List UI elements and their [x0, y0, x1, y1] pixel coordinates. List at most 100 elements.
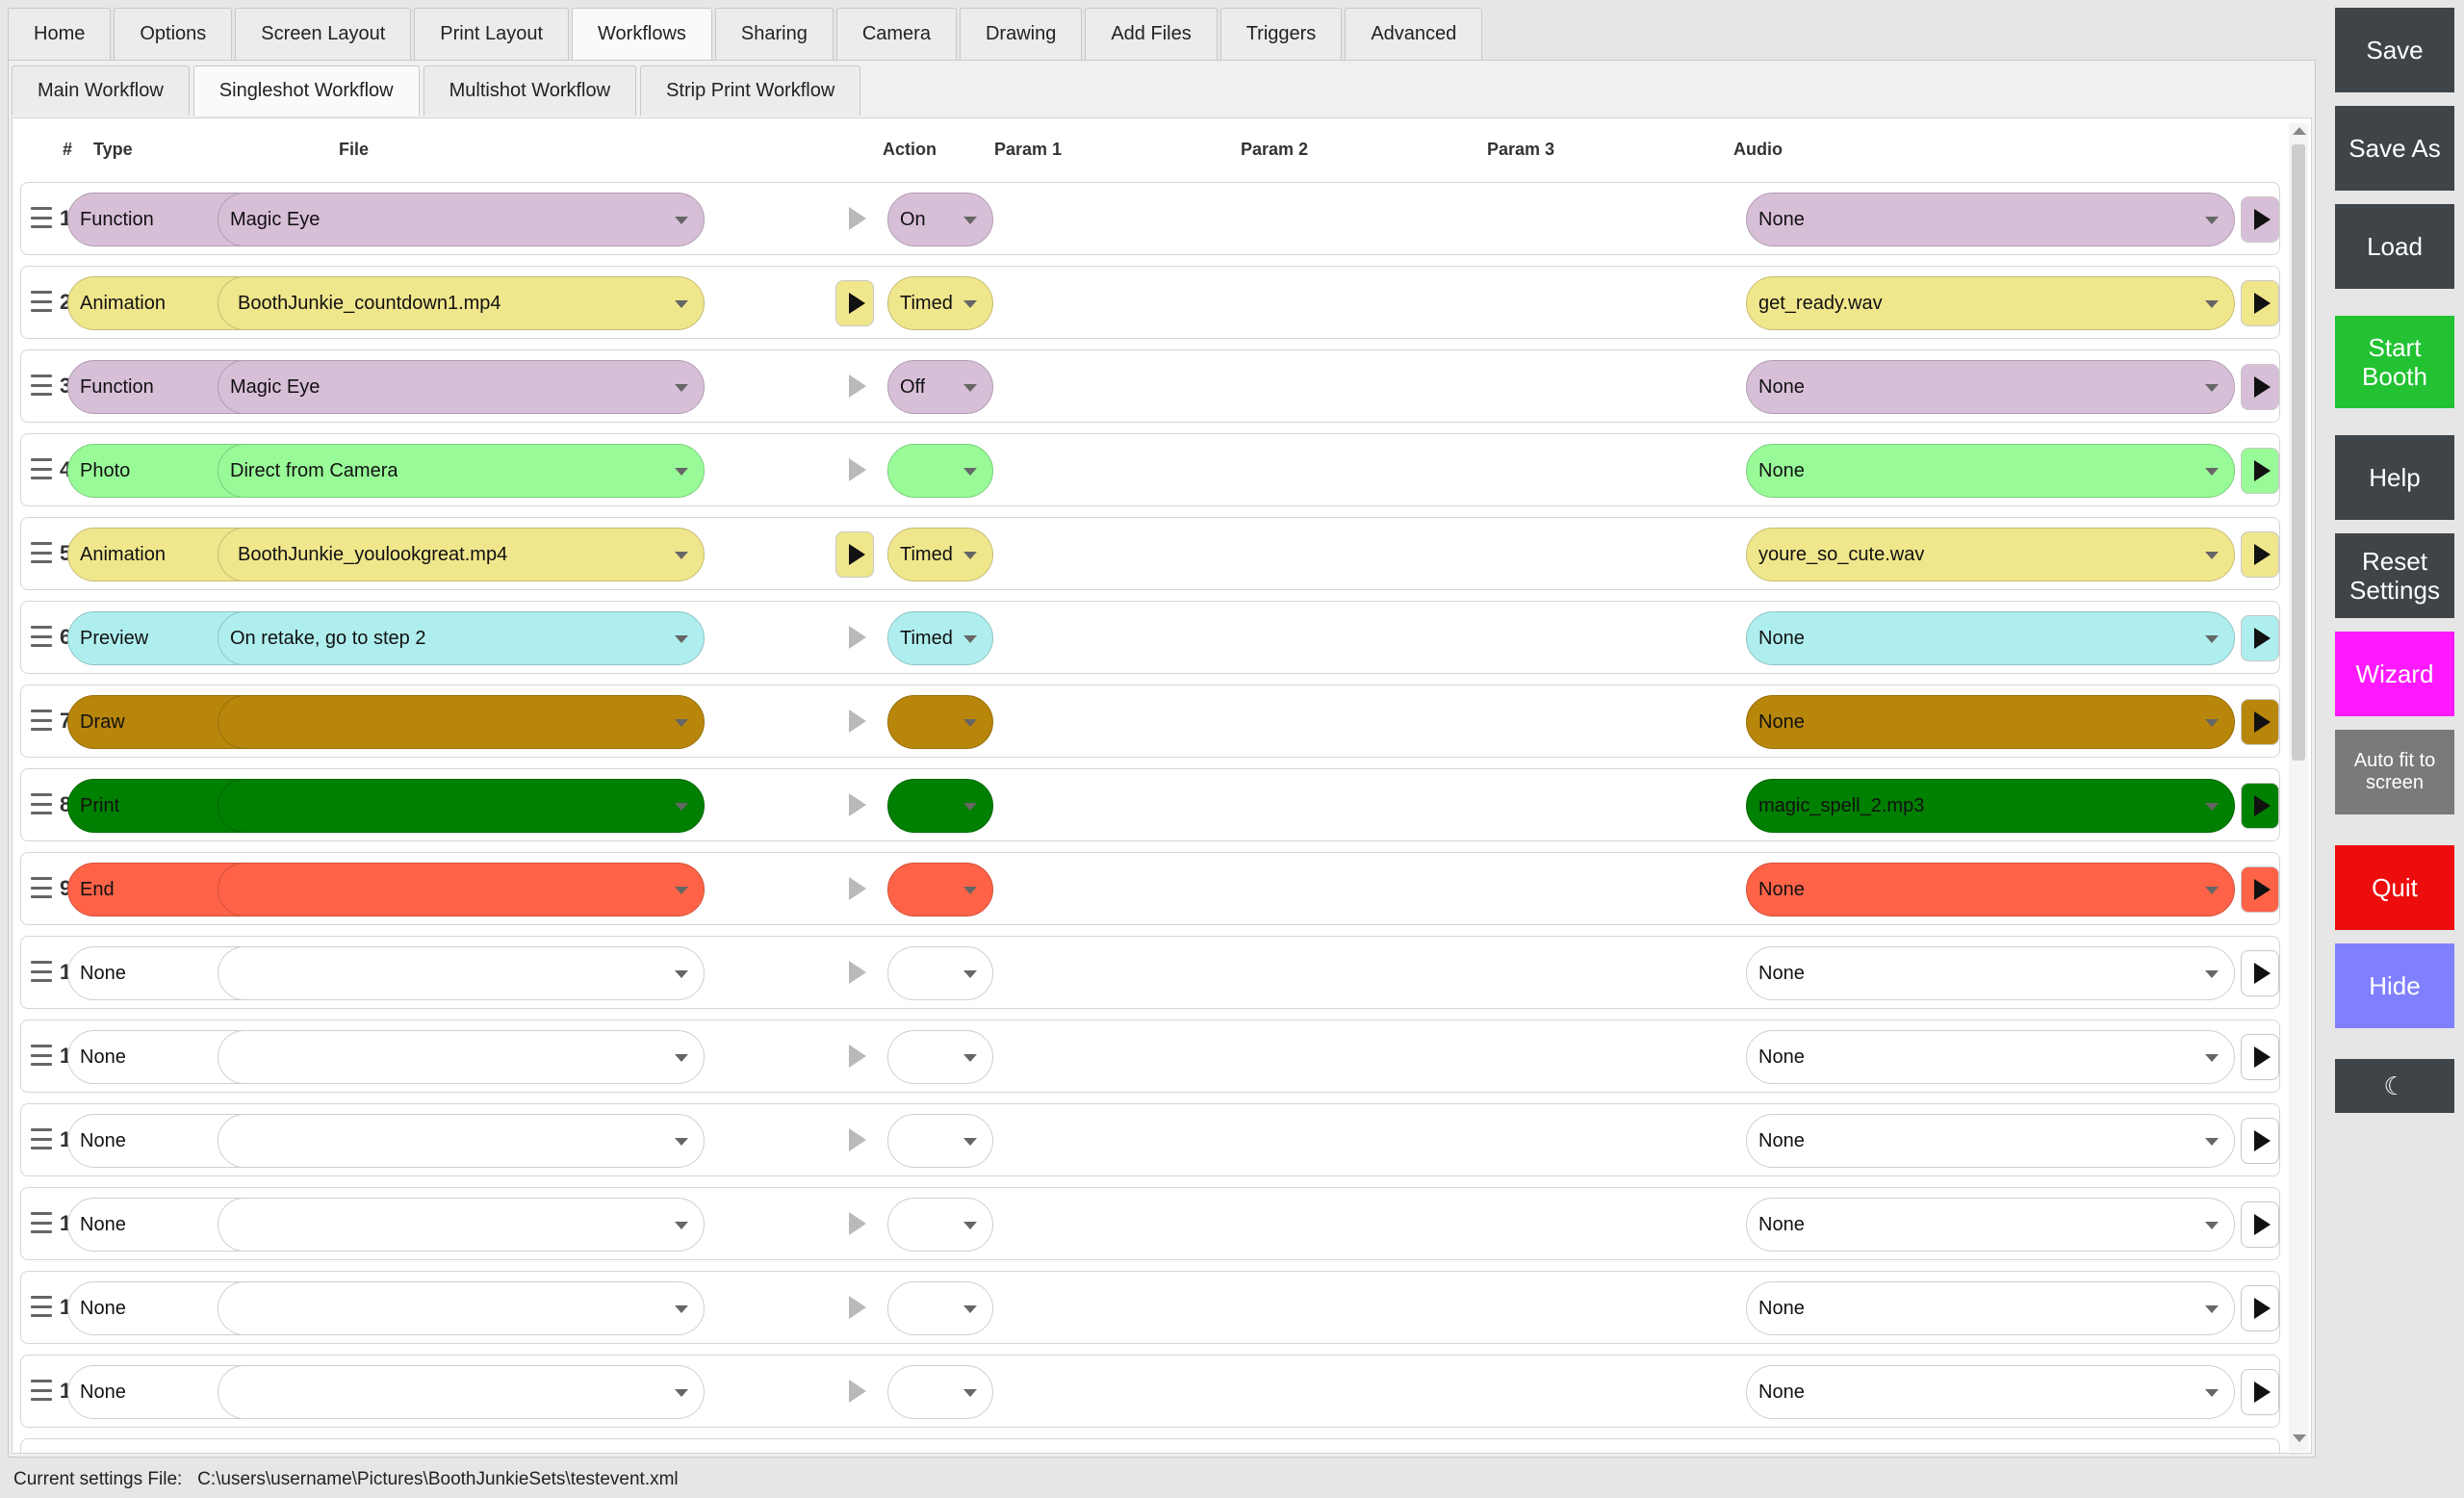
action-dropdown[interactable]: Timed: [887, 528, 993, 581]
start-booth-button[interactable]: Start Booth: [2335, 316, 2454, 408]
audio-dropdown[interactable]: None: [1746, 1030, 2235, 1084]
drag-handle-icon[interactable]: [31, 1128, 52, 1149]
drag-handle-icon[interactable]: [31, 207, 52, 228]
tab-advanced[interactable]: Advanced: [1345, 8, 1483, 60]
audio-dropdown[interactable]: youre_so_cute.wav: [1746, 528, 2235, 581]
tab-workflows[interactable]: Workflows: [572, 8, 712, 60]
drag-handle-icon[interactable]: [31, 291, 52, 312]
audio-play-button[interactable]: [2241, 1201, 2279, 1248]
file-dropdown[interactable]: [218, 863, 705, 917]
audio-dropdown[interactable]: None: [1746, 1114, 2235, 1168]
tab-print-layout[interactable]: Print Layout: [414, 8, 570, 60]
action-dropdown[interactable]: [887, 695, 993, 749]
action-dropdown[interactable]: [887, 779, 993, 833]
file-dropdown[interactable]: Direct from Camera: [218, 444, 705, 498]
help-button[interactable]: Help: [2335, 435, 2454, 520]
drag-handle-icon[interactable]: [31, 542, 52, 563]
file-dropdown[interactable]: [218, 1365, 705, 1419]
dark-mode-button[interactable]: ☾: [2335, 1059, 2454, 1113]
file-dropdown[interactable]: [218, 695, 705, 749]
file-dropdown[interactable]: BoothJunkie_countdown1.mp4: [218, 276, 705, 330]
wizard-button[interactable]: Wizard: [2335, 632, 2454, 716]
subtab-strip-print-workflow[interactable]: Strip Print Workflow: [640, 65, 861, 116]
save-button[interactable]: Save: [2335, 8, 2454, 92]
scroll-down-arrow[interactable]: [2293, 1434, 2306, 1442]
action-dropdown[interactable]: Timed: [887, 611, 993, 665]
tab-camera[interactable]: Camera: [835, 8, 957, 60]
audio-play-button[interactable]: [2241, 1118, 2279, 1164]
subtab-singleshot-workflow[interactable]: Singleshot Workflow: [192, 65, 420, 116]
tab-sharing[interactable]: Sharing: [714, 8, 834, 60]
file-dropdown[interactable]: [218, 1198, 705, 1252]
audio-dropdown[interactable]: magic_spell_2.mp3: [1746, 779, 2235, 833]
audio-play-button[interactable]: [2241, 196, 2279, 243]
tab-drawing[interactable]: Drawing: [959, 8, 1083, 60]
hide-button[interactable]: Hide: [2335, 943, 2454, 1028]
tab-home[interactable]: Home: [8, 8, 112, 60]
action-dropdown[interactable]: Timed: [887, 276, 993, 330]
audio-play-button[interactable]: [2241, 448, 2279, 494]
drag-handle-icon[interactable]: [31, 458, 52, 479]
action-dropdown[interactable]: [887, 444, 993, 498]
audio-dropdown[interactable]: None: [1746, 863, 2235, 917]
quit-button[interactable]: Quit: [2335, 845, 2454, 930]
audio-dropdown[interactable]: None: [1746, 611, 2235, 665]
load-button[interactable]: Load: [2335, 204, 2454, 289]
audio-play-button[interactable]: [2241, 531, 2279, 578]
audio-play-button[interactable]: [2241, 280, 2279, 326]
audio-play-button[interactable]: [2241, 783, 2279, 829]
scroll-up-arrow[interactable]: [2293, 127, 2306, 135]
action-dropdown[interactable]: [887, 1281, 993, 1335]
audio-dropdown[interactable]: None: [1746, 193, 2235, 246]
audio-play-button[interactable]: [2241, 866, 2279, 913]
audio-play-button[interactable]: [2241, 699, 2279, 745]
drag-handle-icon[interactable]: [31, 961, 52, 982]
drag-handle-icon[interactable]: [31, 877, 52, 898]
drag-handle-icon[interactable]: [31, 626, 52, 647]
drag-handle-icon[interactable]: [31, 1296, 52, 1317]
drag-handle-icon[interactable]: [31, 1045, 52, 1066]
scrollbar-thumb[interactable]: [2292, 144, 2305, 761]
tab-triggers[interactable]: Triggers: [1219, 8, 1343, 60]
drag-handle-icon[interactable]: [31, 710, 52, 731]
audio-play-button[interactable]: [2241, 950, 2279, 996]
action-dropdown[interactable]: [887, 1030, 993, 1084]
action-dropdown[interactable]: On: [887, 193, 993, 246]
audio-play-button[interactable]: [2241, 1285, 2279, 1331]
audio-dropdown[interactable]: None: [1746, 1365, 2235, 1419]
action-dropdown[interactable]: [887, 1114, 993, 1168]
drag-handle-icon[interactable]: [31, 1380, 52, 1401]
file-dropdown[interactable]: [218, 1030, 705, 1084]
drag-handle-icon[interactable]: [31, 793, 52, 814]
action-dropdown[interactable]: Off: [887, 360, 993, 414]
subtab-main-workflow[interactable]: Main Workflow: [12, 65, 190, 116]
audio-dropdown[interactable]: None: [1746, 695, 2235, 749]
file-dropdown[interactable]: [218, 1114, 705, 1168]
audio-dropdown[interactable]: None: [1746, 1198, 2235, 1252]
drag-handle-icon[interactable]: [31, 374, 52, 396]
tab-add-files[interactable]: Add Files: [1085, 8, 1218, 60]
subtab-multishot-workflow[interactable]: Multishot Workflow: [423, 65, 637, 116]
audio-dropdown[interactable]: None: [1746, 360, 2235, 414]
reset-settings-button[interactable]: Reset Settings: [2335, 533, 2454, 618]
file-dropdown[interactable]: [218, 1281, 705, 1335]
tab-screen-layout[interactable]: Screen Layout: [235, 8, 412, 60]
auto-fit-button[interactable]: Auto fit to screen: [2335, 730, 2454, 814]
audio-dropdown[interactable]: None: [1746, 444, 2235, 498]
audio-dropdown[interactable]: None: [1746, 946, 2235, 1000]
action-dropdown[interactable]: [887, 1198, 993, 1252]
save-as-button[interactable]: Save As: [2335, 106, 2454, 191]
action-dropdown[interactable]: [887, 1365, 993, 1419]
file-play-button[interactable]: [835, 280, 874, 326]
audio-play-button[interactable]: [2241, 1034, 2279, 1080]
file-dropdown[interactable]: [218, 779, 705, 833]
audio-play-button[interactable]: [2241, 364, 2279, 410]
drag-handle-icon[interactable]: [31, 1212, 52, 1233]
file-play-button[interactable]: [835, 531, 874, 578]
audio-dropdown[interactable]: get_ready.wav: [1746, 276, 2235, 330]
file-dropdown[interactable]: Magic Eye: [218, 360, 705, 414]
file-dropdown[interactable]: BoothJunkie_youlookgreat.mp4: [218, 528, 705, 581]
action-dropdown[interactable]: [887, 946, 993, 1000]
file-dropdown[interactable]: On retake, go to step 2: [218, 611, 705, 665]
tab-options[interactable]: Options: [114, 8, 233, 60]
